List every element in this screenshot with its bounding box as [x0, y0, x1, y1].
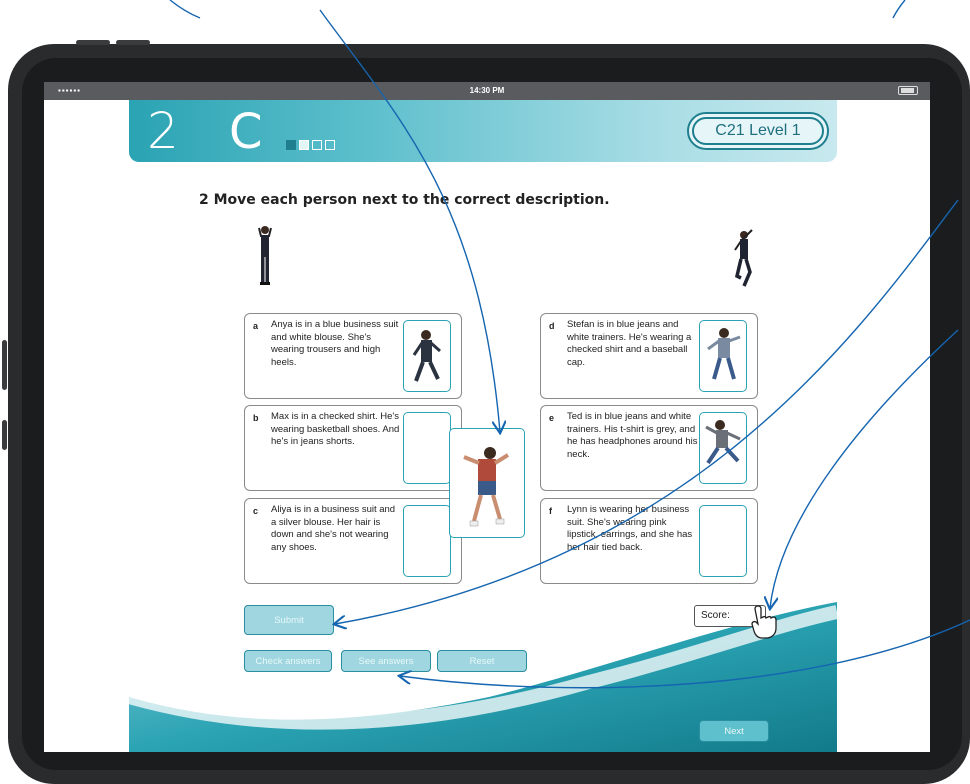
card-description: Max is in a checked shirt. He's wearing …	[271, 411, 400, 447]
drop-zone-a[interactable]	[403, 320, 451, 392]
card-description: Lynn is wearing her business suit. She's…	[567, 504, 693, 553]
exercise-instruction: 2 Move each person next to the correct d…	[199, 192, 610, 208]
status-bar: ▪▪▪▪▪▪ 14:30 PM	[44, 82, 930, 100]
dragged-person-card[interactable]	[449, 428, 525, 538]
arrow-top-right	[892, 0, 906, 19]
description-card-e: e Ted is in blue jeans and white trainer…	[540, 405, 758, 491]
arrow-top-left	[169, 0, 201, 19]
person-figure-woman-suit[interactable]	[255, 224, 275, 288]
card-description: Stefan is in blue jeans and white traine…	[567, 319, 692, 368]
progress-step	[299, 140, 309, 150]
drop-zone-e[interactable]	[699, 412, 747, 484]
progress-step	[286, 140, 296, 150]
side-button	[2, 340, 7, 390]
see-answers-button[interactable]: See answers	[341, 650, 431, 672]
card-description: Anya is in a blue business suit and whit…	[271, 319, 399, 368]
submit-button[interactable]: Submit	[244, 605, 334, 635]
card-letter: e	[549, 413, 555, 423]
check-answers-button[interactable]: Check answers	[244, 650, 332, 672]
volume-button-top	[76, 40, 110, 45]
level-label: C21 Level 1	[692, 117, 824, 145]
description-card-d: d Stefan is in blue jeans and white trai…	[540, 313, 758, 399]
placed-person-image[interactable]	[404, 321, 451, 392]
card-description: Aliya is in a business suit and a silver…	[271, 504, 396, 553]
card-letter: b	[253, 413, 259, 423]
drop-zone-b[interactable]	[403, 412, 451, 484]
score-label: Score:	[701, 610, 730, 621]
drop-zone-f[interactable]	[699, 505, 747, 577]
level-badge: C21 Level 1	[687, 112, 829, 150]
placed-person-image[interactable]	[700, 413, 747, 484]
battery-icon	[898, 86, 918, 95]
placed-person-image[interactable]	[700, 321, 747, 392]
progress-step	[312, 140, 322, 150]
drop-zone-c[interactable]	[403, 505, 451, 577]
card-letter: d	[549, 321, 555, 331]
drop-zone-d[interactable]	[699, 320, 747, 392]
card-letter: c	[253, 506, 259, 516]
description-card-f: f Lynn is wearing her business suit. She…	[540, 498, 758, 584]
person-figure-woman-dancing[interactable]	[732, 228, 758, 290]
score-box: Score:	[694, 605, 766, 627]
status-time: 14:30 PM	[469, 86, 505, 95]
description-card-b: b Max is in a checked shirt. He's wearin…	[244, 405, 462, 491]
side-button-2	[2, 420, 7, 450]
volume-button-top-2	[116, 40, 150, 45]
lesson-letter: C	[229, 104, 263, 160]
card-letter: f	[549, 506, 552, 516]
lesson-header: 2 C C21 Level 1	[129, 100, 837, 162]
tablet-screen: ▪▪▪▪▪▪ 14:30 PM 2 C C21 Level 1 2 Move e…	[44, 82, 930, 752]
unit-number: 2	[147, 102, 179, 160]
lesson-progress	[286, 140, 335, 150]
reset-button[interactable]: Reset	[437, 650, 527, 672]
card-description: Ted is in blue jeans and white trainers.…	[567, 411, 698, 460]
description-card-a: a Anya is in a blue business suit and wh…	[244, 313, 462, 399]
description-card-c: c Aliya is in a business suit and a silv…	[244, 498, 462, 584]
card-letter: a	[253, 321, 259, 331]
progress-step	[325, 140, 335, 150]
next-button[interactable]: Next	[699, 720, 769, 742]
dragged-person-image	[463, 447, 510, 527]
